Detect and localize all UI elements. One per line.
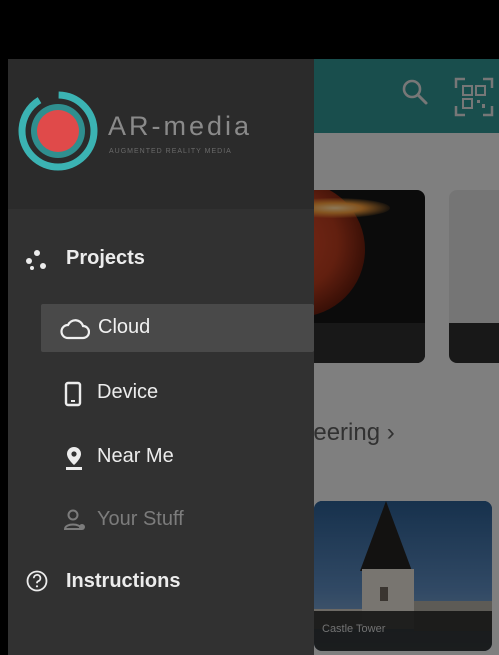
nav-label: Projects <box>66 247 145 269</box>
ar-media-logo-icon <box>18 91 98 171</box>
nav-label: Instructions <box>66 570 181 592</box>
brand-title: AR-media <box>108 111 253 141</box>
nav-label: Your Stuff <box>97 508 184 530</box>
nav-cloud[interactable]: Cloud <box>41 304 314 352</box>
phone-icon <box>64 381 82 412</box>
brand-tagline: AUGMENTED REALITY MEDIA <box>109 148 232 155</box>
nav-your-stuff[interactable]: Your Stuff <box>8 498 314 542</box>
location-pin-icon <box>64 445 84 476</box>
help-circle-icon <box>26 570 48 597</box>
status-bar <box>0 0 499 59</box>
nav-projects[interactable]: Projects <box>8 237 314 281</box>
person-icon <box>63 508 86 537</box>
nav-device[interactable]: Device <box>8 371 314 415</box>
nav-near-me[interactable]: Near Me <box>8 435 314 479</box>
nav-label: Device <box>97 381 159 403</box>
nav-label: Cloud <box>98 316 151 338</box>
nav-label: Near Me <box>97 445 174 467</box>
navigation-drawer: AR-media AUGMENTED REALITY MEDIA Project… <box>8 59 314 655</box>
nav-instructions[interactable]: Instructions <box>8 560 314 604</box>
projects-dots-icon <box>24 247 48 276</box>
cloud-icon <box>60 318 91 345</box>
drawer-header: AR-media AUGMENTED REALITY MEDIA <box>8 59 314 209</box>
